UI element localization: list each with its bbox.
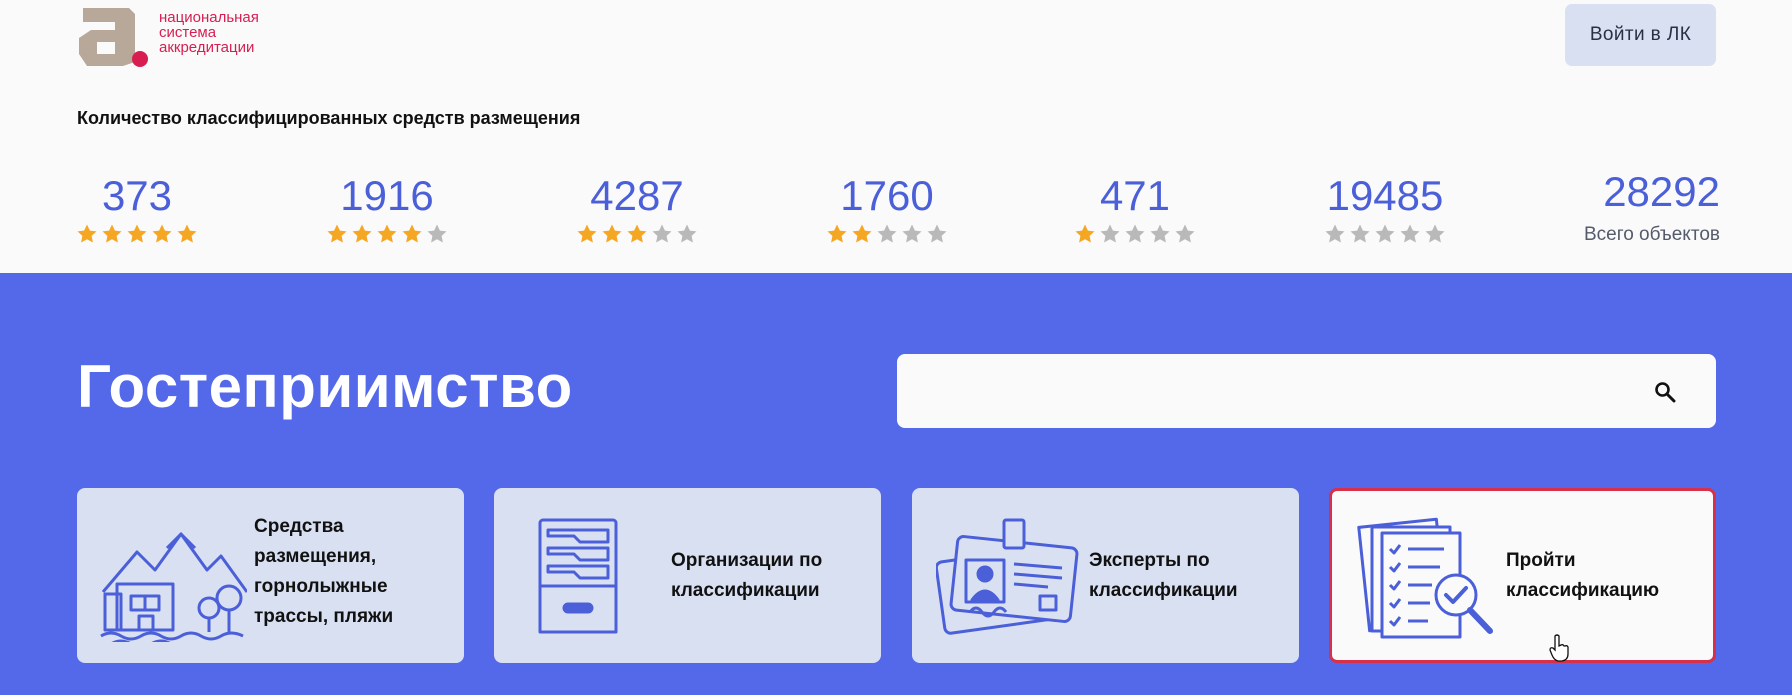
search-box xyxy=(897,354,1716,428)
star-filled-icon xyxy=(127,224,147,243)
logo-mark-icon xyxy=(77,4,151,70)
card-experts[interactable]: Эксперты по классификации xyxy=(912,488,1299,663)
stat-value: 19485 xyxy=(1326,172,1444,219)
stat-4-stars: 1916 xyxy=(322,172,452,245)
star-empty-icon xyxy=(902,224,922,243)
logo-line: система xyxy=(159,24,217,41)
card-accommodations[interactable]: Средства размещения, горнолыжные трассы,… xyxy=(77,488,464,663)
total-label: Всего объектов xyxy=(1583,224,1720,245)
star-filled-icon xyxy=(402,224,422,243)
stat-1-star: 471 xyxy=(1070,172,1200,245)
star-filled-icon xyxy=(852,224,872,243)
stat-value: 1916 xyxy=(340,172,434,219)
star-filled-icon xyxy=(827,224,847,243)
stat-value: 1760 xyxy=(840,172,934,219)
card-label: Пройти классификацию xyxy=(1506,550,1660,601)
star-filled-icon xyxy=(602,224,622,243)
logo-line: аккредитации xyxy=(159,39,255,56)
star-empty-icon xyxy=(1425,224,1445,243)
star-filled-icon xyxy=(352,224,372,243)
star-empty-icon xyxy=(927,224,947,243)
pointer-cursor-icon xyxy=(1549,634,1569,662)
star-empty-icon xyxy=(1325,224,1345,243)
star-empty-icon xyxy=(677,224,697,243)
star-filled-icon xyxy=(1075,224,1095,243)
search-input[interactable] xyxy=(897,354,1716,428)
star-empty-icon xyxy=(1125,224,1145,243)
star-filled-icon xyxy=(152,224,172,243)
stat-value: 4287 xyxy=(590,172,684,219)
star-filled-icon xyxy=(177,224,197,243)
star-empty-icon xyxy=(1150,224,1170,243)
star-rating xyxy=(322,223,452,245)
stat-5-stars: 373 xyxy=(72,172,202,245)
star-filled-icon xyxy=(377,224,397,243)
login-button[interactable]: Войти в ЛК xyxy=(1565,4,1716,66)
resort-icon xyxy=(100,532,247,642)
star-rating xyxy=(1070,223,1200,245)
card-get-classified[interactable]: Пройти классификацию xyxy=(1329,488,1716,663)
star-filled-icon xyxy=(627,224,647,243)
star-rating xyxy=(572,223,702,245)
star-filled-icon xyxy=(77,224,97,243)
star-rating xyxy=(822,223,952,245)
stat-2-stars: 1760 xyxy=(822,172,952,245)
star-empty-icon xyxy=(1400,224,1420,243)
id-badge-icon xyxy=(936,518,1079,635)
star-filled-icon xyxy=(577,224,597,243)
page-title: Гостеприимство xyxy=(77,353,573,420)
stat-total: 28292 Всего объектов xyxy=(1560,168,1720,246)
file-cabinet-icon xyxy=(538,518,618,634)
stat-no-stars: 19485 xyxy=(1320,172,1450,245)
star-rating xyxy=(72,223,202,245)
card-organizations[interactable]: Организации по классификации xyxy=(494,488,881,663)
star-empty-icon xyxy=(1350,224,1370,243)
total-value: 28292 xyxy=(1603,168,1720,215)
stat-value: 373 xyxy=(101,172,173,219)
logo[interactable]: национальная система аккредитации xyxy=(77,4,259,70)
logo-line: национальная xyxy=(159,9,259,26)
search-icon[interactable] xyxy=(1654,381,1676,403)
card-label: Эксперты по классификации xyxy=(1089,550,1238,601)
star-empty-icon xyxy=(1175,224,1195,243)
logo-text: национальная система аккредитации xyxy=(159,10,259,55)
star-filled-icon xyxy=(102,224,122,243)
star-empty-icon xyxy=(427,224,447,243)
card-label: Средства размещения, горнолыжные трассы,… xyxy=(254,516,394,627)
card-label: Организации по классификации xyxy=(671,550,823,601)
stat-3-stars: 4287 xyxy=(572,172,702,245)
star-empty-icon xyxy=(652,224,672,243)
star-filled-icon xyxy=(327,224,347,243)
stat-value: 471 xyxy=(1099,172,1171,219)
stats-title: Количество классифицированных средств ра… xyxy=(77,108,581,128)
stats-header-section: национальная система аккредитации Войти … xyxy=(0,0,1792,273)
star-empty-icon xyxy=(877,224,897,243)
star-empty-icon xyxy=(1375,224,1395,243)
checklist-magnifier-icon xyxy=(1357,517,1493,639)
star-empty-icon xyxy=(1100,224,1120,243)
star-rating xyxy=(1320,223,1450,245)
